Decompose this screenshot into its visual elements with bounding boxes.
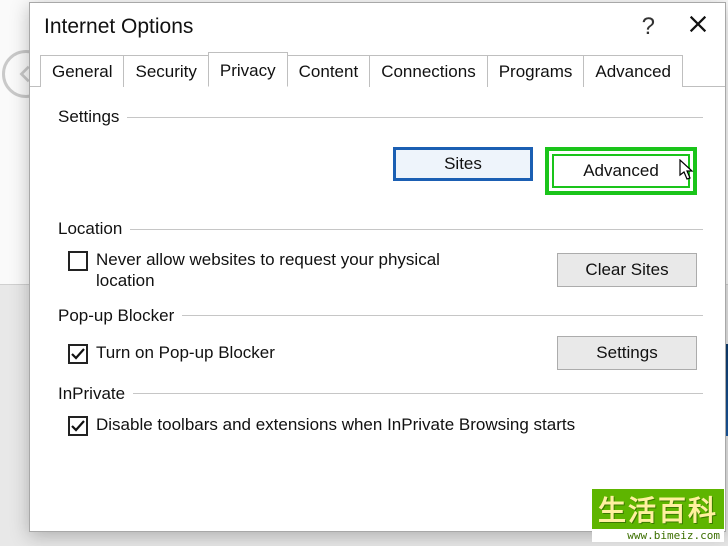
never-allow-location-checkbox[interactable]	[68, 251, 88, 271]
titlebar: Internet Options ?	[30, 3, 725, 51]
checkmark-icon	[70, 346, 86, 362]
tab-content-area: Settings Sites Advanced Location Never a…	[30, 87, 725, 454]
section-inprivate-label: InPrivate	[58, 384, 125, 404]
popup-blocker-checkbox[interactable]	[68, 344, 88, 364]
tab-general[interactable]: General	[40, 55, 124, 87]
settings-button-row: Sites Advanced	[58, 147, 697, 195]
dialog-title: Internet Options	[44, 15, 193, 39]
popup-blocker-label: Turn on Pop-up Blocker	[96, 342, 275, 363]
never-allow-location-label: Never allow websites to request your phy…	[96, 249, 476, 292]
advanced-button[interactable]: Advanced	[552, 154, 690, 188]
help-button[interactable]: ?	[642, 13, 655, 41]
inprivate-checkbox[interactable]	[68, 416, 88, 436]
checkmark-icon	[70, 418, 86, 434]
internet-options-dialog: Internet Options ? General Security Priv…	[29, 2, 726, 532]
section-settings: Settings	[58, 107, 703, 127]
tabstrip: General Security Privacy Content Connect…	[30, 51, 725, 87]
advanced-button-highlight: Advanced	[545, 147, 697, 195]
tab-security[interactable]: Security	[123, 55, 208, 87]
tab-programs[interactable]: Programs	[487, 55, 585, 87]
tab-connections[interactable]: Connections	[369, 55, 488, 87]
close-button[interactable]	[687, 13, 709, 40]
inprivate-label: Disable toolbars and extensions when InP…	[96, 414, 575, 435]
tab-advanced[interactable]: Advanced	[583, 55, 683, 87]
section-inprivate: InPrivate	[58, 384, 703, 404]
tab-privacy[interactable]: Privacy	[208, 52, 288, 87]
sites-button[interactable]: Sites	[393, 147, 533, 181]
section-settings-label: Settings	[58, 107, 119, 127]
section-location-label: Location	[58, 219, 122, 239]
section-popup-label: Pop-up Blocker	[58, 306, 174, 326]
section-popup: Pop-up Blocker	[58, 306, 703, 326]
section-location: Location	[58, 219, 703, 239]
close-icon	[687, 13, 709, 35]
popup-settings-button[interactable]: Settings	[557, 336, 697, 370]
tab-content[interactable]: Content	[287, 55, 371, 87]
clear-sites-button[interactable]: Clear Sites	[557, 253, 697, 287]
